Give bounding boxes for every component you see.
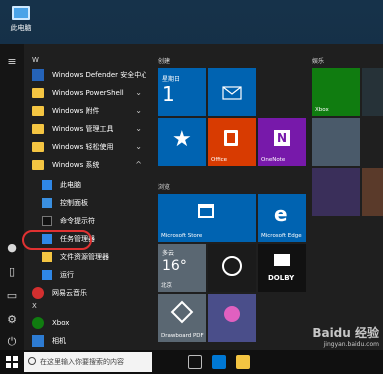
list-item-camera[interactable]: 相机 — [24, 332, 146, 350]
power-icon[interactable]: ⏻ — [6, 336, 18, 348]
folder-icon — [42, 252, 52, 262]
dolby-tile[interactable]: DOLBY — [258, 244, 306, 292]
folder-icon — [32, 88, 44, 98]
this-pc-desktop-icon[interactable]: 此电脑 — [6, 6, 36, 33]
edge-tile[interactable]: e Microsoft Edge — [258, 194, 306, 242]
start-rail: ≡ ● ▯ ▭ ⚙ ⏻ — [0, 44, 24, 350]
folder-icon — [32, 160, 44, 170]
netease-music-icon — [32, 287, 44, 299]
control-panel-icon — [42, 198, 52, 208]
dolby-icon — [274, 254, 290, 266]
calendar-date: 1 — [162, 82, 175, 106]
store-tile[interactable]: Microsoft Store — [158, 194, 256, 242]
list-item-cmd[interactable]: 命令提示符 — [24, 212, 146, 230]
chevron-down-icon: ⌄ — [135, 106, 142, 115]
task-view-icon[interactable] — [188, 355, 202, 369]
list-item-powershell[interactable]: Windows PowerShell ⌄ — [24, 84, 146, 102]
list-item-xbox[interactable]: Xbox — [24, 314, 146, 332]
file-explorer-icon[interactable] — [236, 355, 250, 369]
list-item-admin-tools[interactable]: Windows 管理工具 ⌄ — [24, 120, 146, 138]
game-tile-dark[interactable] — [362, 68, 383, 116]
list-item-control-panel[interactable]: 控制面板 — [24, 194, 146, 212]
app-list: W Windows Defender 安全中心 Windows PowerShe… — [24, 44, 146, 350]
settings-icon[interactable]: ⚙ — [6, 314, 18, 326]
hamburger-icon[interactable]: ≡ — [6, 56, 18, 68]
office-tile[interactable]: Office — [208, 118, 256, 166]
terminal-icon — [42, 216, 52, 226]
letter-header-x[interactable]: X — [32, 302, 37, 310]
taskbar: 在这里输入你要搜索的内容 — [0, 350, 383, 374]
star-icon: ★ — [172, 127, 192, 152]
chevron-up-icon: ^ — [135, 160, 142, 169]
chevron-down-icon: ⌄ — [135, 142, 142, 151]
list-item-windows-system[interactable]: Windows 系统 ^ — [24, 156, 146, 174]
highlight-ring — [22, 230, 92, 250]
xbox-tile[interactable]: Xbox — [312, 68, 360, 116]
game-tile[interactable] — [362, 168, 383, 216]
list-item-accessories[interactable]: Windows 附件 ⌄ — [24, 102, 146, 120]
baidu-watermark: Baidu 经验 jingyan.baidu.com — [312, 326, 379, 348]
list-item-defender[interactable]: Windows Defender 安全中心 — [24, 66, 146, 84]
folder-icon — [32, 106, 44, 116]
letter-header-w[interactable]: W — [32, 56, 39, 64]
group-play: 娱乐 — [312, 58, 325, 65]
paint3d-tile[interactable] — [208, 294, 256, 342]
list-item-ease-of-access[interactable]: Windows 轻松使用 ⌄ — [24, 138, 146, 156]
xbox-icon — [32, 317, 44, 329]
drawboard-tile[interactable]: Drawboard PDF — [158, 294, 206, 342]
game-tile[interactable] — [312, 118, 360, 166]
mail-icon — [222, 86, 242, 100]
start-menu: ≡ ● ▯ ▭ ⚙ ⏻ W Windows Defender 安全中心 Wind… — [0, 44, 383, 350]
camera-icon — [32, 335, 44, 347]
documents-icon[interactable]: ▯ — [6, 266, 18, 278]
game-tile[interactable] — [312, 168, 360, 216]
list-item-netease-music[interactable]: 网易云音乐 — [24, 284, 146, 302]
paint3d-icon — [224, 306, 240, 322]
calendar-tile[interactable]: 星期日 1 — [158, 68, 206, 116]
office-icon — [224, 130, 238, 146]
folder-icon — [32, 142, 44, 152]
onenote-icon: N — [274, 130, 290, 146]
mail-tile[interactable] — [208, 68, 256, 116]
cortana-tile[interactable] — [208, 244, 256, 292]
windows-start-icon[interactable] — [6, 356, 18, 368]
taskbar-search-input[interactable]: 在这里输入你要搜索的内容 — [24, 352, 152, 372]
search-icon — [28, 357, 36, 365]
list-item-file-explorer[interactable]: 文件资源管理器 — [24, 248, 146, 266]
shield-icon — [32, 69, 44, 81]
edge-icon[interactable] — [212, 355, 226, 369]
desktop: 此电脑 ≡ ● ▯ ▭ ⚙ ⏻ W Windows Defender 安全中心 … — [0, 0, 383, 374]
onenote-tile[interactable]: N OneNote — [258, 118, 306, 166]
group-browse: 浏览 — [158, 184, 171, 191]
drawboard-icon — [170, 300, 194, 324]
list-item-run[interactable]: 运行 — [24, 266, 146, 284]
folder-icon — [32, 124, 44, 134]
tile-area: 创建 娱乐 浏览 星期日 1 ★ Office N OneNote Xbox M… — [152, 44, 383, 350]
list-item-this-pc[interactable]: 此电脑 — [24, 176, 146, 194]
cortana-ring-icon — [222, 256, 242, 276]
edge-icon: e — [274, 202, 288, 226]
favorites-tile[interactable]: ★ — [158, 118, 206, 166]
chevron-down-icon: ⌄ — [135, 124, 142, 133]
computer-icon — [42, 180, 52, 190]
monitor-icon — [12, 6, 30, 20]
pictures-icon[interactable]: ▭ — [6, 290, 18, 302]
group-create: 创建 — [158, 58, 171, 65]
user-icon[interactable]: ● — [6, 242, 18, 254]
weather-tile[interactable]: 多云 16° 北京 — [158, 244, 206, 292]
desktop-icon-label: 此电脑 — [10, 24, 32, 32]
chevron-down-icon: ⌄ — [135, 88, 142, 97]
store-bag-icon — [198, 204, 214, 218]
run-icon — [42, 270, 52, 280]
